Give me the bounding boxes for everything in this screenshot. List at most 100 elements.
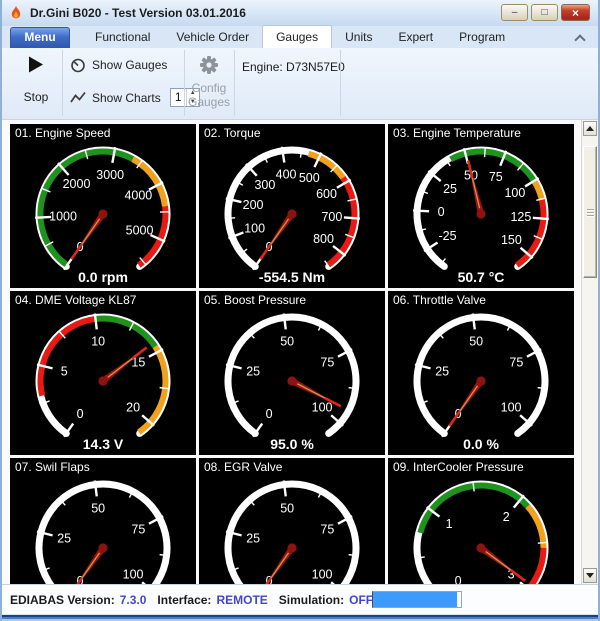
window-title: Dr.Gini B020 - Test Version 03.01.2016 <box>30 6 246 20</box>
gauge-tick-label: 75 <box>131 523 145 537</box>
gauge-tick-label: 75 <box>320 356 334 370</box>
gauge-cell: 08. EGR Valve0255075100 <box>199 458 385 584</box>
gauge-tick-label: 75 <box>320 523 334 537</box>
gauge-dial: 0255075100 <box>199 458 385 584</box>
play-triangle-icon <box>28 56 44 73</box>
gauge-tick-label: 50 <box>91 501 105 515</box>
gauge-tick-label: 50 <box>469 334 483 348</box>
gauge-tick-label: 25 <box>435 364 449 378</box>
gauge-hub <box>476 543 485 552</box>
config-gauges-button[interactable]: Config Gauges <box>187 54 231 109</box>
gauge-arc <box>417 484 545 584</box>
show-charts-label[interactable]: Show Charts <box>92 91 161 105</box>
gauge-value: 0.0 % <box>388 436 574 452</box>
gauge-dial: -250255075100125150 <box>388 124 574 288</box>
arrow-up-icon <box>586 126 594 131</box>
gauge-dial: 0255075100 <box>10 458 196 584</box>
gauge-cell: 09. InterCooler Pressure0123 <box>388 458 574 584</box>
gauge-title: 07. Swil Flaps <box>15 460 90 474</box>
gauge-tick-label: 700 <box>321 210 342 224</box>
app-window: Dr.Gini B020 - Test Version 03.01.2016 –… <box>0 0 600 621</box>
maximize-button[interactable]: □ <box>531 4 558 21</box>
gauge-tick-label: 4000 <box>124 189 152 203</box>
gauge-cell: 04. DME Voltage KL870510152014.3 V <box>10 291 196 455</box>
gauge-tick-label: 75 <box>509 356 523 370</box>
tab-program[interactable]: Program <box>446 26 518 48</box>
gauge-tick-label: 25 <box>443 182 457 196</box>
show-gauges-button[interactable]: Show Gauges <box>70 57 167 73</box>
gauge-title: 09. InterCooler Pressure <box>393 460 524 474</box>
gauge-value: 50.7 °C <box>388 269 574 285</box>
gauge-value: -554.5 Nm <box>199 269 385 285</box>
gauge-title: 04. DME Voltage KL87 <box>15 293 136 307</box>
toolbar-separator <box>184 50 185 116</box>
ribbon-collapse-button[interactable] <box>574 33 586 43</box>
gauge-tick-label: 500 <box>299 171 320 185</box>
gauge-dial: 05101520 <box>10 291 196 455</box>
chevron-up-icon <box>574 34 585 45</box>
gauge-cell: 07. Swil Flaps0255075100 <box>10 458 196 584</box>
gauge-area: 01. Engine Speed0100020003000400050000.0… <box>2 120 598 584</box>
window-bottom-border <box>2 614 598 621</box>
gauge-tick-label: 100 <box>244 221 265 235</box>
flame-icon <box>8 5 24 21</box>
toolbar-separator <box>234 50 235 116</box>
gauge-hub <box>287 376 296 385</box>
gauge-dial: 010002000300040005000 <box>10 124 196 288</box>
gauge-hub <box>287 543 296 552</box>
gauge-hub <box>476 376 485 385</box>
gauge-dial: 0255075100 <box>388 291 574 455</box>
engine-label: Engine: D73N57E0 <box>242 60 345 74</box>
status-value: OFF <box>349 593 373 607</box>
gauge-dial: 0255075100 <box>199 291 385 455</box>
scrollbar-thumb[interactable] <box>583 146 597 278</box>
status-item: Simulation:OFF <box>279 593 373 607</box>
window-controls: – □ × <box>501 4 590 21</box>
minimize-button[interactable]: – <box>501 4 528 21</box>
gauge-tick-label: 0 <box>77 407 84 421</box>
gauge-tick-label: 20 <box>126 401 140 415</box>
progress-bar <box>372 591 462 608</box>
gauge-tick-label: 125 <box>510 210 531 224</box>
status-item: Interface:REMOTE <box>157 593 267 607</box>
gauge-tick-label: 100 <box>123 568 144 582</box>
gear-icon <box>198 54 220 76</box>
stop-button-label: Stop <box>16 90 56 104</box>
gauge-tick-label: 10 <box>91 334 105 348</box>
gauge-tick-label: 2000 <box>63 177 91 191</box>
status-item: EDIABAS Version:7.3.0 <box>10 593 146 607</box>
vertical-scrollbar[interactable] <box>581 120 598 584</box>
gauge-tick-label: 100 <box>504 186 525 200</box>
close-button[interactable]: × <box>561 4 590 21</box>
show-gauges-label: Show Gauges <box>92 58 167 72</box>
stop-button[interactable]: Stop <box>16 56 56 104</box>
gauge-tick-label: 5 <box>61 364 68 378</box>
toolbar-separator <box>62 50 63 116</box>
gauge-tick-label: 400 <box>276 168 297 182</box>
gauge-title: 05. Boost Pressure <box>204 293 306 307</box>
gauge-cell: 02. Torque0100200300400500600700800-554.… <box>199 124 385 288</box>
gauge-tick-label: -25 <box>439 229 457 243</box>
title-bar: Dr.Gini B020 - Test Version 03.01.2016 –… <box>2 0 598 26</box>
tab-functional[interactable]: Functional <box>82 26 163 48</box>
tab-gauges[interactable]: Gauges <box>262 25 332 48</box>
scroll-up-button[interactable] <box>583 121 597 136</box>
gauge-tick-label: 800 <box>313 232 334 246</box>
chart-line-icon <box>70 91 86 105</box>
gauge-value: 95.0 % <box>199 436 385 452</box>
tab-expert[interactable]: Expert <box>385 26 446 48</box>
gauge-tick-label: 25 <box>246 364 260 378</box>
status-label: Interface: <box>157 593 211 607</box>
gauge-cell: 01. Engine Speed0100020003000400050000.0… <box>10 124 196 288</box>
tab-vehicle-order[interactable]: Vehicle Order <box>163 26 262 48</box>
show-charts-row: Show Charts 1 ▲ ▼ <box>70 88 200 107</box>
gauge-tick-label: 0 <box>266 407 273 421</box>
gauge-tick-label: 3000 <box>96 168 124 182</box>
tab-units[interactable]: Units <box>332 26 385 48</box>
menu-button[interactable]: Menu <box>10 27 70 48</box>
progress-bar-fill <box>373 592 457 607</box>
gauge-hub <box>98 376 107 385</box>
ribbon-tab-row: Menu FunctionalVehicle OrderGaugesUnitsE… <box>2 26 598 48</box>
scroll-down-button[interactable] <box>583 568 597 583</box>
arrow-down-icon <box>586 573 594 578</box>
